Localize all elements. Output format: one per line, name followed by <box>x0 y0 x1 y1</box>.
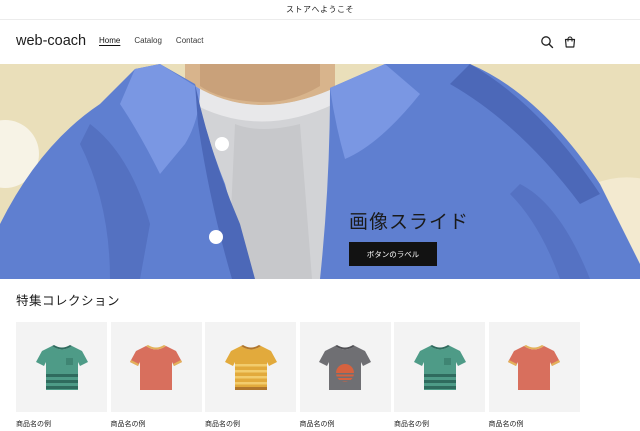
tshirt-red-icon <box>508 345 560 390</box>
collection-title: 特集コレクション <box>16 293 121 308</box>
hero-title: 画像スライド <box>349 211 470 233</box>
product-name[interactable]: 商品名の例 <box>300 419 391 429</box>
product-card[interactable]: 商品名の例 <box>205 322 296 429</box>
product-card[interactable]: 商品名の例 <box>488 322 580 429</box>
hero-slideshow: 画像スライド ボタンのラベル <box>0 64 640 279</box>
tshirt-green-icon <box>413 345 466 390</box>
search-icon[interactable] <box>540 35 554 49</box>
tshirt-green-icon <box>35 345 88 390</box>
hero-cta-button[interactable]: ボタンのラベル <box>349 242 437 266</box>
product-name[interactable]: 商品名の例 <box>205 419 296 429</box>
product-card[interactable]: 商品名の例 <box>16 322 107 429</box>
hero-illustration <box>0 64 640 279</box>
product-image[interactable] <box>488 322 580 412</box>
tshirt-red-icon <box>130 345 182 390</box>
product-image[interactable] <box>16 322 107 412</box>
product-name[interactable]: 商品名の例 <box>394 419 485 429</box>
product-image[interactable] <box>394 322 485 412</box>
main-nav: Home Catalog Contact <box>99 36 218 46</box>
product-image[interactable] <box>205 322 296 412</box>
nav-catalog[interactable]: Catalog <box>134 36 162 46</box>
site-header: web-coach Home Catalog Contact <box>0 20 640 64</box>
tshirt-gray-icon <box>319 345 371 390</box>
product-card[interactable]: 商品名の例 <box>299 322 391 429</box>
announcement-text: ストアへようこそ <box>286 5 354 14</box>
cart-icon[interactable] <box>563 35 577 49</box>
nav-contact[interactable]: Contact <box>176 36 204 46</box>
product-name[interactable]: 商品名の例 <box>16 419 107 429</box>
product-card[interactable]: 商品名の例 <box>110 322 202 429</box>
announcement-bar: ストアへようこそ <box>0 0 640 20</box>
store-logo[interactable]: web-coach <box>16 33 86 49</box>
nav-home[interactable]: Home <box>99 36 120 46</box>
product-name[interactable]: 商品名の例 <box>111 419 202 429</box>
product-name[interactable]: 商品名の例 <box>489 419 580 429</box>
product-image[interactable] <box>110 322 202 412</box>
product-card[interactable]: 商品名の例 <box>394 322 485 429</box>
tshirt-yellow-icon <box>224 345 277 390</box>
product-image[interactable] <box>299 322 391 412</box>
